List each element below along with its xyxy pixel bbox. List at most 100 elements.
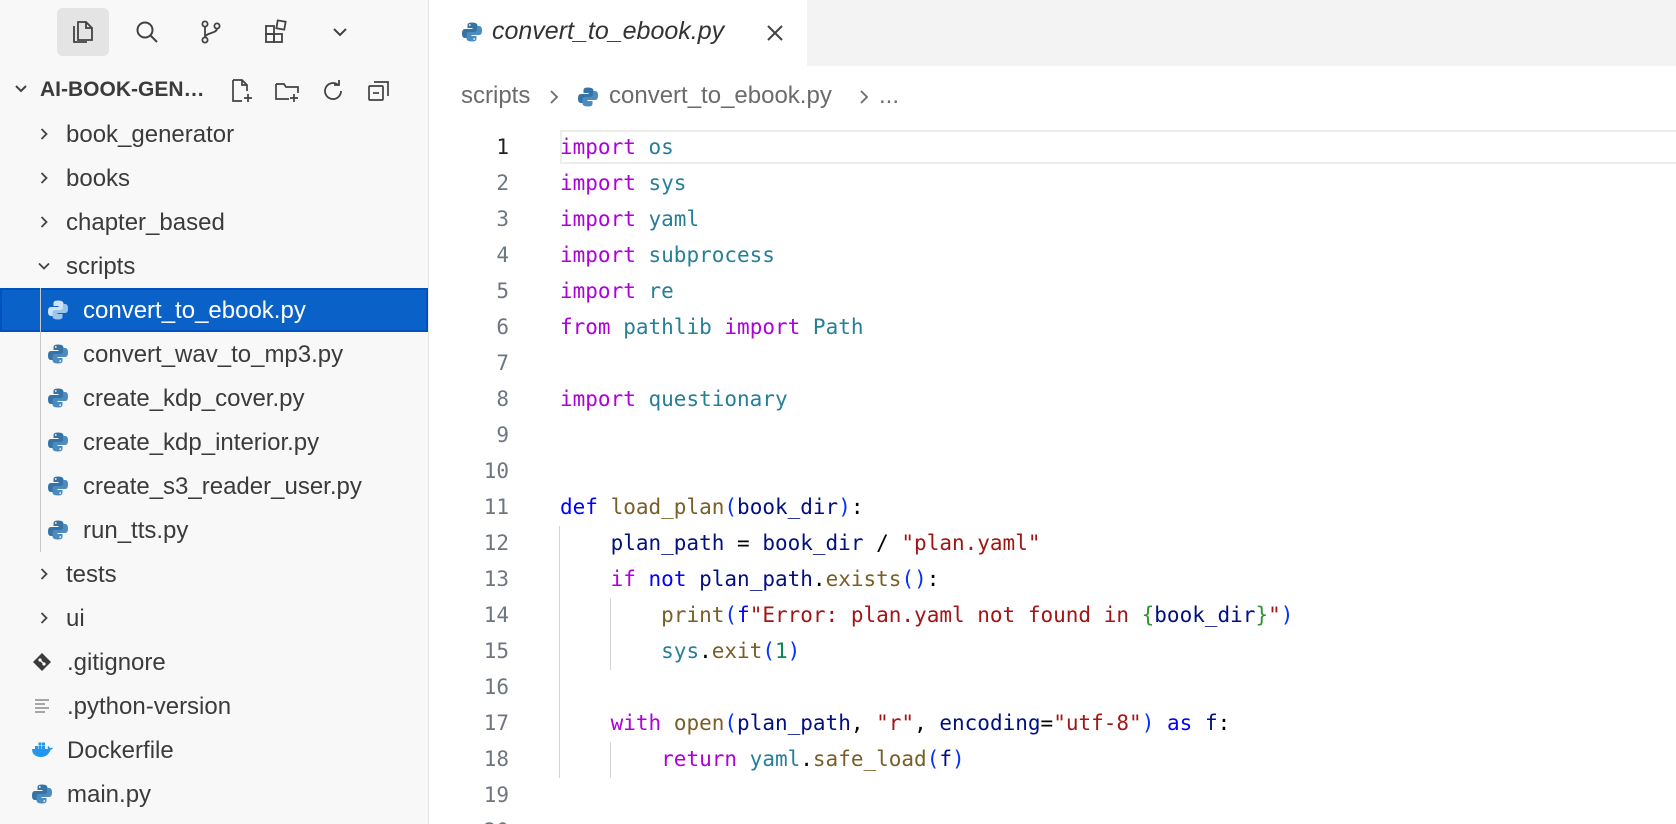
close-icon[interactable] bbox=[762, 20, 788, 46]
line-number: 6 bbox=[496, 315, 509, 339]
code-line[interactable]: 8 import questionary bbox=[429, 382, 1676, 418]
code-line[interactable]: 4 import subprocess bbox=[429, 238, 1676, 274]
line-number: 7 bbox=[496, 351, 509, 375]
chevron-right-icon bbox=[860, 90, 869, 104]
code-text: import yaml bbox=[560, 207, 700, 231]
tree-item-label: main.py bbox=[67, 781, 152, 808]
explorer-button[interactable] bbox=[57, 8, 109, 56]
code-line[interactable]: 12 plan_path = book_dir / "plan.yaml" bbox=[429, 526, 1676, 562]
breadcrumb-folder[interactable]: scripts bbox=[461, 82, 530, 110]
file-item[interactable]: create_kdp_cover.py bbox=[0, 376, 428, 420]
folder-item[interactable]: scripts bbox=[0, 244, 428, 288]
code-editor[interactable]: 1 import os 2 import sys 3 import yaml 4 import… bbox=[429, 130, 1676, 824]
code-line[interactable]: 17 with open(plan_path, "r", encoding="u… bbox=[429, 706, 1676, 742]
folder-item[interactable]: ui bbox=[0, 596, 428, 640]
more-views-button[interactable] bbox=[314, 8, 366, 56]
file-item[interactable]: convert_to_ebook.py bbox=[0, 288, 428, 332]
indent-guide bbox=[40, 508, 41, 552]
python-file-icon bbox=[48, 520, 68, 540]
tree-item-label: book_generator bbox=[66, 121, 235, 148]
tree-item-label: chapter_based bbox=[66, 209, 225, 236]
line-number: 12 bbox=[483, 531, 509, 555]
collapse-all-button[interactable] bbox=[362, 74, 396, 108]
refresh-button[interactable] bbox=[316, 74, 350, 108]
line-number: 10 bbox=[483, 459, 509, 483]
chevron-right-icon bbox=[40, 128, 48, 140]
code-line[interactable]: 19 bbox=[429, 778, 1676, 814]
tree-item-label: tests bbox=[66, 561, 117, 588]
folder-item[interactable]: tests bbox=[0, 552, 428, 596]
indent-guide bbox=[40, 420, 41, 464]
code-line[interactable]: 14 print(f"Error: plan.yaml not found in… bbox=[429, 598, 1676, 634]
code-line[interactable]: 9 bbox=[429, 418, 1676, 454]
line-number: 1 bbox=[496, 135, 509, 159]
folder-item[interactable]: book_generator bbox=[0, 112, 428, 156]
tree-item-label: Dockerfile bbox=[67, 737, 174, 764]
code-text: if not plan_path.exists(): bbox=[610, 567, 940, 591]
file-item[interactable]: run_tts.py bbox=[0, 508, 428, 552]
new-folder-button[interactable] bbox=[270, 74, 304, 108]
file-item[interactable]: .python-version bbox=[0, 684, 428, 728]
code-line[interactable]: 6 from pathlib import Path bbox=[429, 310, 1676, 346]
new-file-button[interactable] bbox=[224, 74, 258, 108]
code-line[interactable]: 5 import re bbox=[429, 274, 1676, 310]
python-file-icon bbox=[48, 344, 68, 364]
file-item[interactable]: Dockerfile bbox=[0, 728, 428, 772]
folder-item[interactable]: chapter_based bbox=[0, 200, 428, 244]
python-file-icon bbox=[48, 432, 68, 452]
search-button[interactable] bbox=[121, 8, 173, 56]
code-line[interactable]: 20 bbox=[429, 814, 1676, 824]
tree-item-label: create_kdp_interior.py bbox=[83, 429, 320, 456]
python-file-icon bbox=[48, 476, 68, 496]
code-line[interactable]: 10 bbox=[429, 454, 1676, 490]
code-line[interactable]: 15 sys.exit(1) bbox=[429, 634, 1676, 670]
code-line[interactable]: 11 def load_plan(book_dir): bbox=[429, 490, 1676, 526]
tree-item-label: convert_wav_to_mp3.py bbox=[83, 341, 344, 368]
file-item[interactable]: convert_wav_to_mp3.py bbox=[0, 332, 428, 376]
line-number: 4 bbox=[496, 243, 509, 267]
code-text: print(f"Error: plan.yaml not found in {b… bbox=[661, 603, 1294, 627]
code-line[interactable]: 2 import sys bbox=[429, 166, 1676, 202]
code-line[interactable]: 1 import os bbox=[429, 130, 1676, 166]
tree-item-label: .python-version bbox=[67, 693, 232, 720]
tree-item-label: .gitignore bbox=[67, 649, 166, 676]
code-text: return yaml.safe_load(f) bbox=[661, 747, 965, 771]
file-tree: book_generator books chapter_based scripts c… bbox=[0, 112, 428, 816]
code-line[interactable]: 3 import yaml bbox=[429, 202, 1676, 238]
git-file-icon bbox=[33, 653, 51, 671]
explorer-icon bbox=[73, 21, 93, 43]
code-text: import re bbox=[560, 279, 674, 303]
folder-item[interactable]: books bbox=[0, 156, 428, 200]
code-line[interactable]: 7 bbox=[429, 346, 1676, 382]
file-item[interactable]: .gitignore bbox=[0, 640, 428, 684]
search-icon bbox=[136, 21, 158, 43]
current-line-highlight bbox=[560, 130, 1676, 164]
extensions-button[interactable] bbox=[250, 8, 302, 56]
source-control-icon bbox=[201, 20, 221, 44]
editor-area: convert_to_ebook.py scripts convert_to_e… bbox=[429, 0, 1676, 824]
explorer-header[interactable]: AI-BOOK-GENERATOR bbox=[0, 70, 428, 110]
breadcrumb-symbols[interactable]: ... bbox=[879, 82, 899, 110]
breadcrumb-file[interactable]: convert_to_ebook.py bbox=[609, 82, 832, 110]
code-line[interactable]: 13 if not plan_path.exists(): bbox=[429, 562, 1676, 598]
line-number: 5 bbox=[496, 279, 509, 303]
extensions-icon bbox=[265, 19, 287, 43]
chevron-right-icon bbox=[40, 216, 48, 228]
tab-label: convert_to_ebook.py bbox=[492, 17, 725, 45]
code-line[interactable]: 16 bbox=[429, 670, 1676, 706]
chevron-right-icon bbox=[40, 612, 48, 624]
line-number: 14 bbox=[483, 603, 509, 627]
line-number: 13 bbox=[483, 567, 509, 591]
new-folder-icon bbox=[275, 83, 299, 102]
source-control-button[interactable] bbox=[185, 8, 237, 56]
line-number: 8 bbox=[496, 387, 509, 411]
chevron-down-icon bbox=[38, 262, 50, 270]
text-file-icon bbox=[35, 699, 49, 713]
file-item[interactable]: create_kdp_interior.py bbox=[0, 420, 428, 464]
tab-convert-to-ebook[interactable]: convert_to_ebook.py bbox=[429, 0, 807, 66]
code-line[interactable]: 18 return yaml.safe_load(f) bbox=[429, 742, 1676, 778]
file-item[interactable]: main.py bbox=[0, 772, 428, 816]
tree-item-label: run_tts.py bbox=[83, 517, 189, 544]
file-item[interactable]: create_s3_reader_user.py bbox=[0, 464, 428, 508]
chevron-right-icon bbox=[40, 172, 48, 184]
